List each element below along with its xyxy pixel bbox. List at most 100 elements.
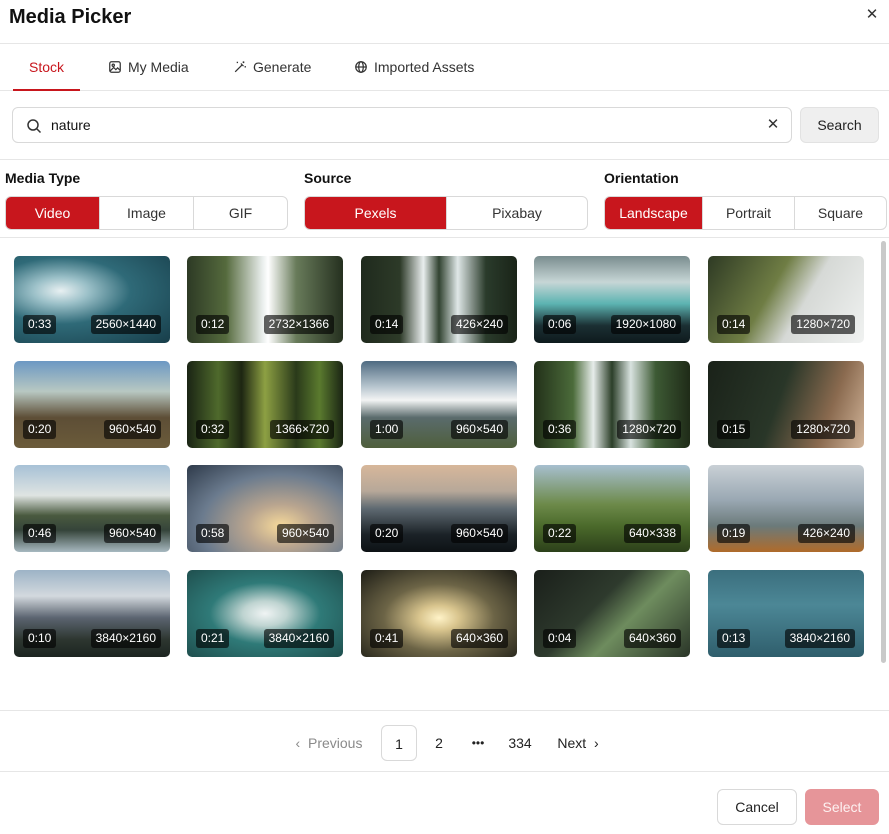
clear-search-icon[interactable]: ✕: [765, 117, 781, 133]
chevron-left-icon: ‹: [295, 735, 301, 751]
duration-badge: 0:58: [196, 524, 230, 543]
orientation-square[interactable]: Square: [795, 197, 886, 229]
duration-badge: 0:22: [543, 524, 577, 543]
video-thumbnail[interactable]: 0:06 1920×1080: [534, 256, 690, 343]
resolution-badge: 640×338: [623, 524, 681, 543]
search-button[interactable]: Search: [800, 107, 879, 143]
tab-my-media[interactable]: My Media: [108, 44, 189, 90]
video-thumbnail[interactable]: 0:32 1366×720: [187, 361, 343, 448]
video-thumbnail[interactable]: 0:14 1280×720: [708, 256, 864, 343]
resolution-badge: 1366×720: [270, 420, 334, 439]
tab-generate[interactable]: Generate: [233, 44, 311, 90]
tab-bar: Stock My Media Generate Imported Assets: [0, 44, 889, 91]
filter-label: Media Type: [5, 170, 81, 186]
media-type-segmented: Video Image GIF: [5, 196, 288, 230]
duration-badge: 0:13: [717, 629, 751, 648]
resolution-badge: 640×360: [623, 629, 681, 648]
close-icon[interactable]: ✕: [862, 6, 882, 26]
media-type-video[interactable]: Video: [6, 197, 100, 229]
resolution-badge: 960×540: [276, 524, 334, 543]
video-thumbnail[interactable]: 0:58 960×540: [187, 465, 343, 552]
media-type-image[interactable]: Image: [100, 197, 194, 229]
resolution-badge: 960×540: [450, 524, 508, 543]
duration-badge: 1:00: [370, 420, 404, 439]
filter-label: Source: [304, 170, 352, 186]
results-grid: 0:33 2560×1440 0:12 2732×1366 0:14 426×240 …: [0, 239, 889, 709]
video-thumbnail[interactable]: 0:20 960×540: [14, 361, 170, 448]
resolution-badge: 3840×2160: [263, 629, 334, 648]
duration-badge: 0:20: [370, 524, 404, 543]
duration-badge: 0:06: [543, 315, 577, 334]
duration-badge: 0:14: [717, 315, 751, 334]
video-thumbnail[interactable]: 0:19 426×240: [708, 465, 864, 552]
search-icon: [27, 119, 42, 134]
tab-label: Generate: [253, 59, 312, 75]
video-thumbnail[interactable]: 0:14 426×240: [361, 256, 517, 343]
orientation-landscape[interactable]: Landscape: [605, 197, 703, 229]
resolution-badge: 426×240: [797, 524, 855, 543]
video-thumbnail[interactable]: 0:12 2732×1366: [187, 256, 343, 343]
globe-icon: [355, 61, 367, 73]
video-thumbnail[interactable]: 0:20 960×540: [361, 465, 517, 552]
video-thumbnail[interactable]: 0:46 960×540: [14, 465, 170, 552]
orientation-segmented: Landscape Portrait Square: [604, 196, 887, 230]
duration-badge: 0:15: [717, 420, 751, 439]
media-picker-dialog: Media Picker ✕ Stock My Media Generate I…: [0, 0, 889, 834]
video-thumbnail[interactable]: 0:13 3840×2160: [708, 570, 864, 657]
previous-page-button[interactable]: ‹ Previous: [288, 725, 370, 761]
resolution-badge: 1920×1080: [610, 315, 681, 334]
tab-label: My Media: [128, 59, 189, 75]
dialog-title: Media Picker: [9, 6, 132, 28]
source-segmented: Pexels Pixabay: [304, 196, 588, 230]
page-button-334[interactable]: 334: [502, 725, 538, 761]
video-thumbnail[interactable]: 1:00 960×540: [361, 361, 517, 448]
next-page-button[interactable]: Next ›: [550, 725, 606, 761]
video-thumbnail[interactable]: 0:10 3840×2160: [14, 570, 170, 657]
duration-badge: 0:21: [196, 629, 230, 648]
scrollbar-thumb[interactable]: [881, 241, 886, 663]
video-thumbnail[interactable]: 0:04 640×360: [534, 570, 690, 657]
video-thumbnail[interactable]: 0:21 3840×2160: [187, 570, 343, 657]
duration-badge: 0:36: [543, 420, 577, 439]
video-thumbnail[interactable]: 0:41 640×360: [361, 570, 517, 657]
tab-imported-assets[interactable]: Imported Assets: [354, 44, 474, 90]
page-button-2[interactable]: 2: [424, 725, 454, 761]
filter-bar: Media Type Video Image GIF Source Pexels…: [0, 160, 889, 238]
tab-label: Imported Assets: [374, 59, 475, 75]
cancel-button[interactable]: Cancel: [717, 789, 797, 825]
search-input[interactable]: [51, 108, 751, 142]
resolution-badge: 640×360: [450, 629, 508, 648]
media-type-gif[interactable]: GIF: [194, 197, 287, 229]
source-pixabay[interactable]: Pixabay: [447, 197, 587, 229]
resolution-badge: 1280×720: [791, 420, 855, 439]
chevron-right-icon: ›: [593, 735, 599, 751]
magic-wand-icon: [234, 61, 246, 73]
select-button[interactable]: Select: [805, 789, 879, 825]
resolution-badge: 1280×720: [617, 420, 681, 439]
duration-badge: 0:12: [196, 315, 230, 334]
resolution-badge: 1280×720: [791, 315, 855, 334]
video-thumbnail[interactable]: 0:22 640×338: [534, 465, 690, 552]
video-thumbnail[interactable]: 0:33 2560×1440: [14, 256, 170, 343]
image-icon: [109, 61, 121, 73]
pagination: ‹ Previous 1 2 ••• 334 Next ›: [0, 710, 889, 772]
duration-badge: 0:32: [196, 420, 230, 439]
duration-badge: 0:20: [23, 420, 57, 439]
search-row: ✕ Search: [0, 91, 889, 160]
video-thumbnail[interactable]: 0:36 1280×720: [534, 361, 690, 448]
orientation-portrait[interactable]: Portrait: [703, 197, 795, 229]
source-pexels[interactable]: Pexels: [305, 197, 447, 229]
next-label: Next: [557, 735, 587, 751]
tab-stock[interactable]: Stock: [13, 44, 81, 91]
duration-badge: 0:41: [370, 629, 404, 648]
duration-badge: 0:33: [23, 315, 57, 334]
dialog-footer: Cancel Select: [0, 772, 889, 834]
resolution-badge: 960×540: [103, 524, 161, 543]
tab-label: Stock: [29, 58, 65, 75]
resolution-badge: 3840×2160: [90, 629, 161, 648]
video-thumbnail[interactable]: 0:15 1280×720: [708, 361, 864, 448]
page-button-1[interactable]: 1: [381, 725, 417, 761]
duration-badge: 0:46: [23, 524, 57, 543]
resolution-badge: 960×540: [450, 420, 508, 439]
filter-label: Orientation: [604, 170, 679, 186]
